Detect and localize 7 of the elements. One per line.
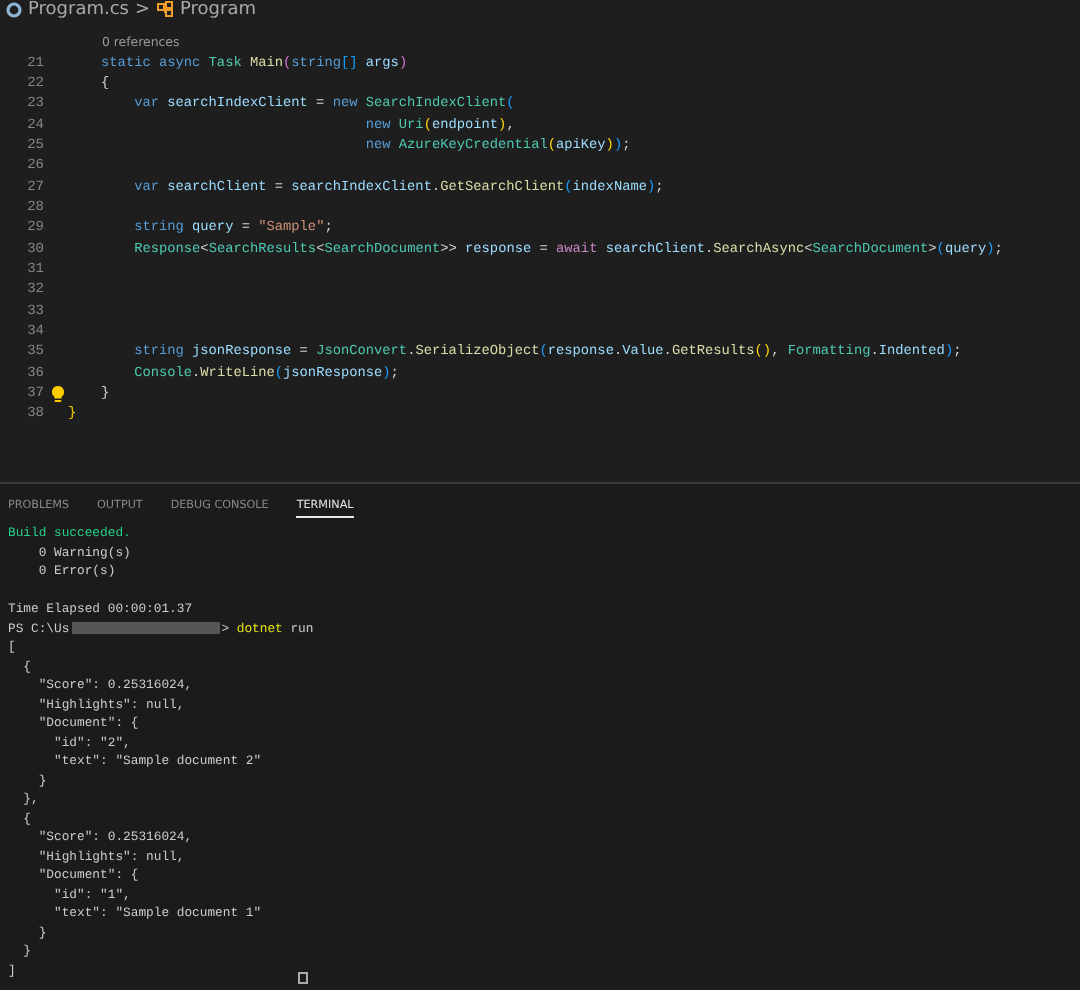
terminal-cursor bbox=[298, 972, 308, 984]
lightbulb-icon[interactable] bbox=[52, 386, 64, 403]
csharp-file-icon bbox=[6, 1, 22, 17]
breadcrumb-separator: > bbox=[134, 0, 151, 19]
breadcrumb-file[interactable]: Program.cs bbox=[28, 0, 129, 19]
class-icon bbox=[156, 0, 175, 18]
breadcrumb-symbol[interactable]: Program bbox=[180, 0, 257, 19]
